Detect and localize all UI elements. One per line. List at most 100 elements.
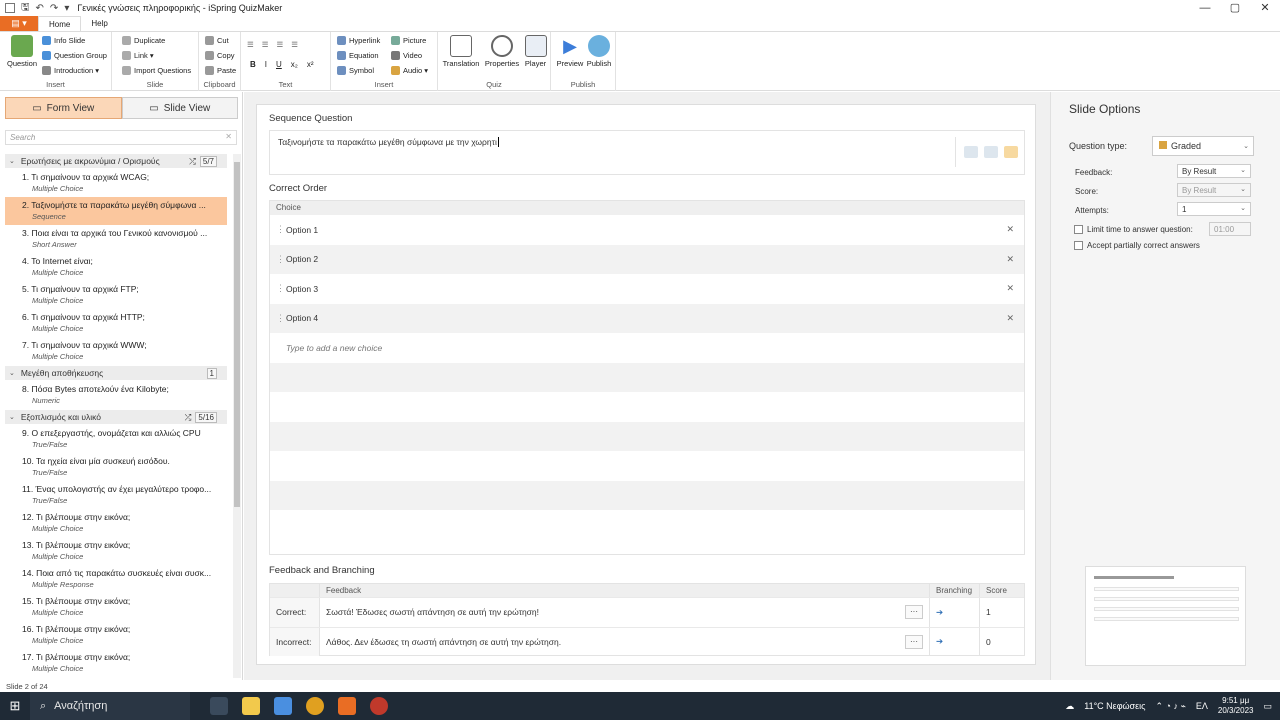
task-view-icon[interactable] bbox=[210, 697, 228, 715]
slide-view-tab[interactable]: ▭ Slide View bbox=[121, 97, 238, 119]
numbering-icon[interactable]: ☰ bbox=[262, 40, 269, 49]
weather-text[interactable]: 11°C Νεφώσεις bbox=[1084, 701, 1145, 711]
attempts-select[interactable]: 1 ⌄ bbox=[1177, 202, 1251, 216]
file-menu-button[interactable]: ▤ ▾ bbox=[0, 16, 38, 31]
italic-button[interactable]: I bbox=[265, 60, 267, 69]
video-icon[interactable] bbox=[984, 146, 998, 158]
file-explorer-icon[interactable] bbox=[242, 697, 260, 715]
score-cell[interactable]: 0 bbox=[980, 628, 1024, 657]
maximize-button[interactable]: ▢ bbox=[1220, 0, 1250, 16]
clock[interactable]: 9:51 μμ 20/3/2023 bbox=[1218, 696, 1254, 716]
branching-cell[interactable]: ➔ bbox=[930, 598, 980, 627]
list-tools[interactable]: ☰ ☰ ☰ ☰ bbox=[247, 40, 298, 49]
more-options-button[interactable]: ··· bbox=[905, 605, 923, 620]
partial-checkbox[interactable]: Accept partially correct answers bbox=[1074, 241, 1200, 250]
superscript-button[interactable]: x² bbox=[307, 60, 314, 69]
clear-search-icon[interactable]: ✕ bbox=[225, 132, 232, 141]
delete-choice-icon[interactable]: ✕ bbox=[1006, 224, 1014, 235]
choice-text[interactable]: Option 1 bbox=[286, 225, 318, 235]
delete-choice-icon[interactable]: ✕ bbox=[1006, 313, 1014, 324]
question-type-select[interactable]: Graded ⌄ bbox=[1152, 136, 1254, 156]
branching-cell[interactable]: ➔ bbox=[930, 627, 980, 656]
slide-list-item[interactable]: 12. Τι βλέπουμε στην εικόνα; Multiple Cho… bbox=[5, 509, 227, 537]
audio-icon[interactable] bbox=[1004, 146, 1018, 158]
customize-icon[interactable]: ▾ bbox=[64, 3, 69, 14]
slide-list-item[interactable]: 10. Τα ηχεία είναι μία συσκευή εισόδου. T… bbox=[5, 453, 227, 481]
symbol-button[interactable]: Symbol bbox=[337, 66, 374, 75]
feedback-select[interactable]: By Result ⌄ bbox=[1177, 164, 1251, 178]
choice-text[interactable]: Option 2 bbox=[286, 254, 318, 264]
underline-button[interactable]: U bbox=[276, 60, 282, 69]
indent-icon[interactable]: ☰ bbox=[291, 40, 298, 49]
slide-list-item[interactable]: 16. Τι βλέπουμε στην εικόνα; Multiple Cho… bbox=[5, 621, 227, 649]
drag-handle-icon[interactable]: ⋮ bbox=[276, 254, 286, 265]
feedback-text-input[interactable]: Σωστά! Έδωσες σωστή απάντηση σε αυτή την… bbox=[320, 598, 930, 627]
chrome-icon[interactable] bbox=[306, 697, 324, 715]
introduction-button[interactable]: Introduction ▾ bbox=[42, 66, 99, 75]
minimize-button[interactable]: — bbox=[1190, 0, 1220, 16]
delete-choice-icon[interactable]: ✕ bbox=[1006, 283, 1014, 294]
question-group-header[interactable]: ⌄ Μεγέθη αποθήκευσης 1 bbox=[5, 366, 227, 380]
cut-button[interactable]: Cut bbox=[205, 36, 229, 45]
choice-row[interactable]: ⋮ Option 2 ✕ bbox=[270, 244, 1024, 274]
bullets-icon[interactable]: ☰ bbox=[247, 40, 254, 49]
publish-button[interactable]: Publish bbox=[585, 35, 613, 68]
slide-list-item[interactable]: 11. Ένας υπολογιστής αν έχει μεγαλύτερο … bbox=[5, 481, 227, 509]
slide-list-item[interactable]: 5. Τι σημαίνουν τα αρχικά FTP; Multiple C… bbox=[5, 281, 227, 309]
delete-choice-icon[interactable]: ✕ bbox=[1006, 254, 1014, 265]
image-icon[interactable] bbox=[964, 146, 978, 158]
score-select[interactable]: By Result ⌄ bbox=[1177, 183, 1251, 197]
form-view-tab[interactable]: ▭ Form View bbox=[5, 97, 122, 119]
slide-list-item[interactable]: 9. Ο επεξεργαστής, ονομάζεται και αλλιώς… bbox=[5, 425, 227, 453]
limit-time-checkbox[interactable]: Limit time to answer question: bbox=[1074, 225, 1193, 234]
search-input[interactable]: Search ✕ bbox=[5, 130, 237, 145]
slide-list-item[interactable]: 4. Το Internet είναι; Multiple Choice bbox=[5, 253, 227, 281]
outdent-icon[interactable]: ☰ bbox=[276, 40, 283, 49]
translation-button[interactable]: Translation bbox=[442, 35, 480, 68]
duplicate-button[interactable]: Duplicate bbox=[122, 36, 165, 45]
choice-text[interactable]: Option 3 bbox=[286, 284, 318, 294]
link-button[interactable]: Link ▾ bbox=[122, 51, 154, 60]
store-icon[interactable] bbox=[274, 697, 292, 715]
language-indicator[interactable]: ΕΛ bbox=[1196, 701, 1208, 711]
slide-list-item[interactable]: 2. Ταξινομήστε τα παρακάτω μεγέθη σύμφων… bbox=[5, 197, 227, 225]
preview-button[interactable]: ▶ Preview bbox=[555, 35, 585, 68]
chevron-down-icon[interactable]: ⌄ bbox=[9, 369, 15, 377]
tab-home[interactable]: Home bbox=[38, 16, 82, 31]
slide-list-item[interactable]: 3. Ποια είναι τα αρχικά του Γενικού κανο… bbox=[5, 225, 227, 253]
slide-list-item[interactable]: 17. Τι βλέπουμε στην εικόνα; Multiple Cho… bbox=[5, 649, 227, 673]
bold-button[interactable]: B bbox=[250, 60, 256, 69]
chevron-down-icon[interactable]: ⌄ bbox=[9, 413, 15, 421]
drag-handle-icon[interactable]: ⋮ bbox=[276, 224, 286, 235]
time-input[interactable]: 01:00 bbox=[1209, 222, 1251, 236]
ispring-icon[interactable] bbox=[338, 697, 356, 715]
recorder-icon[interactable] bbox=[370, 697, 388, 715]
slide-list-scrollbar[interactable] bbox=[233, 154, 241, 678]
question-group-header[interactable]: ⌄ Εξοπλισμός και υλικό ⤮ 5/16 bbox=[5, 410, 227, 424]
slide-list-item[interactable]: 1. Τι σημαίνουν τα αρχικά WCAG; Multiple … bbox=[5, 169, 227, 197]
close-button[interactable]: ✕ bbox=[1250, 0, 1280, 16]
import-questions-button[interactable]: Import Questions bbox=[122, 66, 191, 75]
undo-icon[interactable]: ↶ bbox=[36, 3, 44, 14]
start-button[interactable]: ⊞ bbox=[0, 698, 30, 714]
feedback-text-input[interactable]: Λάθος. Δεν έδωσες τη σωστή απάντηση σε α… bbox=[320, 627, 930, 656]
save-icon[interactable]: 🖫 bbox=[21, 0, 30, 17]
question-group-header[interactable]: ⌄ Ερωτήσεις με ακρωνύμια / Ορισμούς ⤮ 5/7 bbox=[5, 154, 227, 168]
equation-button[interactable]: Equation bbox=[337, 51, 379, 60]
copy-button[interactable]: Copy bbox=[205, 51, 235, 60]
arrow-right-icon[interactable]: ➔ bbox=[936, 636, 943, 647]
paste-button[interactable]: Paste bbox=[205, 66, 236, 75]
question-button[interactable]: Question bbox=[5, 35, 39, 68]
video-button[interactable]: Video bbox=[391, 51, 422, 60]
question-group-button[interactable]: Question Group bbox=[42, 51, 107, 60]
picture-button[interactable]: Picture bbox=[391, 36, 426, 45]
audio-button[interactable]: Audio ▾ bbox=[391, 66, 428, 75]
chevron-down-icon[interactable]: ⌄ bbox=[9, 157, 15, 165]
properties-button[interactable]: Properties bbox=[483, 35, 521, 68]
slide-list-item[interactable]: 13. Τι βλέπουμε στην εικόνα; Multiple Cho… bbox=[5, 537, 227, 565]
hyperlink-button[interactable]: Hyperlink bbox=[337, 36, 380, 45]
scrollbar-thumb[interactable] bbox=[234, 162, 240, 507]
slide-list-item[interactable]: 6. Τι σημαίνουν τα αρχικά HTTP; Multiple … bbox=[5, 309, 227, 337]
redo-icon[interactable]: ↷ bbox=[50, 3, 58, 14]
drag-handle-icon[interactable]: ⋮ bbox=[276, 313, 286, 324]
